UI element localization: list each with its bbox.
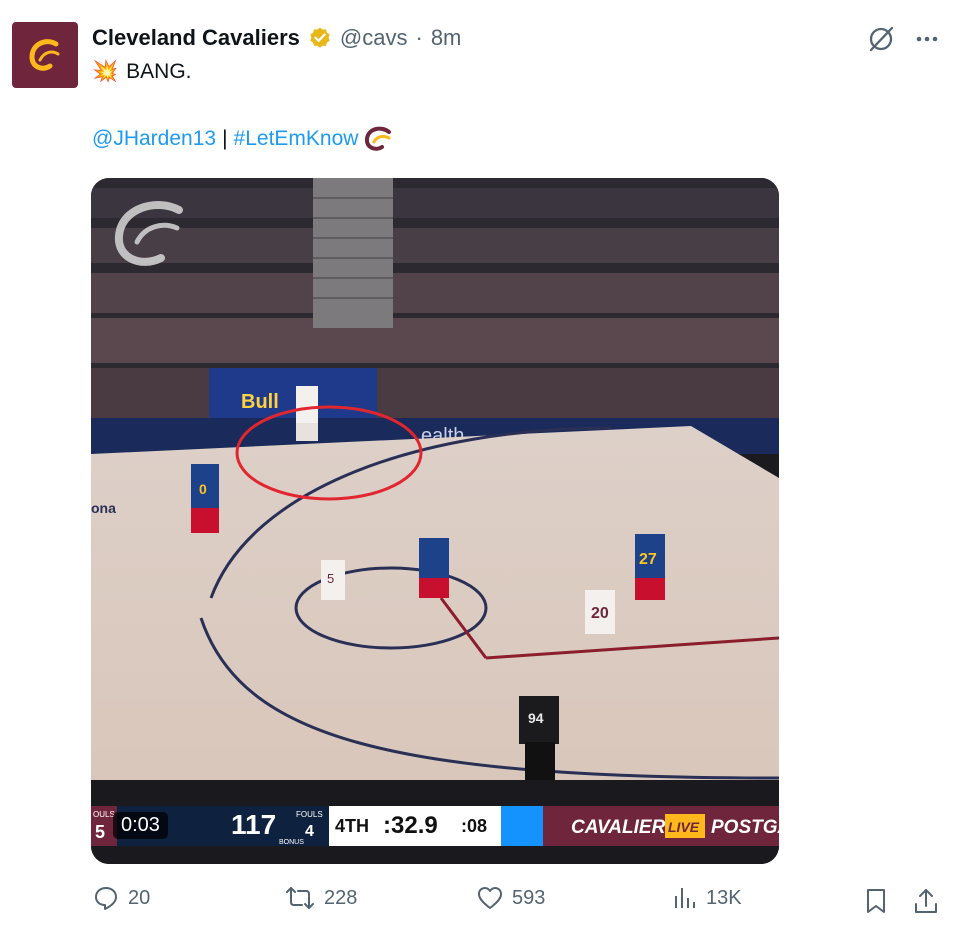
tweet-text-body: BANG. — [126, 60, 192, 83]
player-nuggets-0: 0 — [191, 464, 219, 533]
reply-button[interactable]: 20 — [92, 884, 150, 912]
player-nuggets-mid — [419, 538, 449, 598]
analytics-icon — [675, 888, 695, 908]
reply-count: 20 — [128, 886, 151, 909]
more-options-icon[interactable] — [914, 24, 940, 54]
sponsor-text: Bull — [241, 391, 279, 413]
game-clock: :32.9 — [383, 812, 438, 839]
mention-link[interactable]: @JHarden13 — [92, 127, 216, 151]
player-cav-20: 20 — [585, 590, 615, 634]
banner-live: LIVE — [668, 819, 700, 835]
tweet-text: 💥 BANG. — [92, 60, 192, 84]
video-elapsed-time: 0:03 — [113, 812, 168, 839]
quarter: 4TH — [335, 816, 369, 836]
heart-icon — [478, 887, 502, 909]
cavs-logo-icon — [29, 39, 60, 71]
home-fouls: 4 — [305, 823, 314, 840]
grok-icon[interactable] — [866, 24, 896, 54]
away-fouls: 5 — [95, 822, 105, 842]
shot-clock: :08 — [461, 816, 487, 836]
action-bar: 20 228 593 13K — [0, 884, 960, 924]
timestamp[interactable]: 8m — [431, 25, 462, 51]
bookmark-icon[interactable] — [862, 886, 890, 916]
video-player[interactable]: Bull ealth ona 0 5 20 27 94 OULS 5 117 F… — [91, 178, 779, 864]
jersey-number: 94 — [528, 710, 544, 726]
retweet-count: 228 — [324, 886, 358, 909]
hashtag-link[interactable]: #LetEmKnow — [234, 127, 359, 151]
retweet-icon — [286, 887, 314, 909]
player-harden — [296, 386, 318, 441]
reply-icon — [95, 887, 117, 910]
court-text: ona — [91, 500, 116, 516]
player-cav-5: 5 — [321, 560, 345, 600]
like-button[interactable]: 593 — [476, 884, 545, 912]
jersey-number: 5 — [327, 571, 334, 586]
jersey-number: 20 — [591, 605, 609, 622]
scorebug: OULS 5 117 FOULS 4 BONUS 4TH :32.9 :08 C… — [91, 806, 779, 846]
views-button[interactable]: 13K — [670, 884, 742, 912]
referee: 94 — [519, 696, 559, 790]
game-scene: Bull ealth ona 0 5 20 27 94 — [91, 178, 779, 864]
player-nuggets-27: 27 — [635, 534, 665, 600]
explosion-emoji: 💥 — [92, 60, 119, 83]
author-handle[interactable]: @cavs — [340, 25, 408, 51]
divider: | — [222, 127, 228, 150]
avatar[interactable] — [12, 22, 78, 88]
verified-badge-icon — [310, 27, 330, 48]
jersey-number: 0 — [199, 481, 207, 497]
share-icon[interactable] — [912, 886, 940, 916]
banner-title: CAVALIERS — [571, 817, 678, 838]
view-count: 13K — [706, 886, 742, 909]
like-count: 593 — [512, 886, 546, 909]
author-name[interactable]: Cleveland Cavaliers — [92, 25, 300, 51]
separator-dot: · — [415, 25, 423, 50]
retweet-button[interactable]: 228 — [284, 884, 357, 912]
tweet-header: Cleveland Cavaliers @cavs · 8m — [92, 24, 461, 52]
banner-tail: POSTGA — [711, 817, 779, 838]
bonus-label: BONUS — [279, 839, 304, 846]
jersey-number: 27 — [639, 551, 657, 568]
away-fouls-label: OULS — [93, 810, 115, 819]
home-score: 117 — [231, 809, 276, 840]
cavs-hashflag-icon — [365, 126, 392, 151]
tweet-links: @JHarden13 | #LetEmKnow — [92, 126, 394, 152]
home-fouls-label: FOULS — [296, 810, 323, 819]
